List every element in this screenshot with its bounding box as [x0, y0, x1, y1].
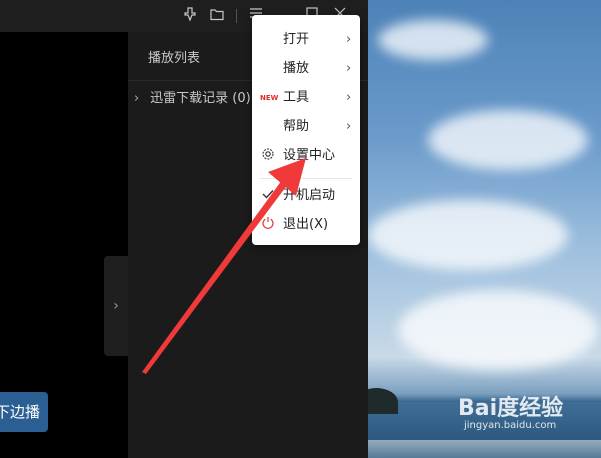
chevron-right-icon: ›	[346, 61, 352, 76]
chevron-right-icon: ›	[346, 119, 352, 134]
menu-item-help[interactable]: 帮助 ›	[252, 114, 360, 140]
menu-item-play[interactable]: 播放 ›	[252, 56, 360, 82]
menu-item-label: 工具	[283, 90, 310, 105]
folder-icon[interactable]	[207, 6, 227, 26]
menu-item-autostart[interactable]: 开机启动	[252, 183, 360, 209]
edge-play-button[interactable]: 下边播	[0, 392, 48, 432]
menu-item-label: 设置中心	[283, 148, 336, 163]
titlebar-separator	[236, 9, 237, 23]
playlist-group-label: 迅雷下载记录 (0)	[150, 91, 251, 106]
playlist-group-xunlei[interactable]: › 迅雷下载记录 (0)	[134, 89, 251, 109]
menu-item-label: 退出(X)	[283, 217, 329, 232]
playlist-title: 播放列表	[148, 51, 201, 66]
chevron-right-icon: ›	[134, 91, 140, 106]
menu-item-label: 帮助	[283, 119, 310, 134]
chevron-right-icon: ›	[113, 298, 119, 314]
new-badge: NEW	[260, 94, 279, 102]
power-icon	[260, 212, 276, 238]
gear-icon	[260, 143, 276, 169]
menu-item-open[interactable]: 打开 ›	[252, 27, 360, 53]
chevron-right-icon: ›	[346, 90, 352, 105]
menu-item-settings[interactable]: 设置中心	[252, 143, 360, 169]
watermark-brand: Bai度经验	[458, 396, 564, 421]
main-menu: 打开 › 播放 › NEW 工具 › 帮助 › 设置中心 开机启动 退出(X)	[252, 15, 360, 245]
pin-icon[interactable]	[180, 6, 200, 26]
menu-divider	[260, 178, 352, 179]
watermark-url: jingyan.baidu.com	[464, 420, 557, 431]
checkmark-icon	[260, 183, 276, 209]
collapse-playlist-handle[interactable]: ›	[104, 256, 128, 356]
menu-item-label: 播放	[283, 61, 310, 76]
menu-item-label: 开机启动	[283, 188, 336, 203]
menu-item-exit[interactable]: 退出(X)	[252, 212, 360, 238]
edge-play-label: 下边播	[0, 403, 40, 421]
menu-item-label: 打开	[283, 32, 310, 47]
watermark: Bai度经验 jingyan.baidu.com	[458, 390, 598, 431]
menu-item-tools[interactable]: NEW 工具 ›	[252, 85, 360, 111]
chevron-right-icon: ›	[346, 32, 352, 47]
